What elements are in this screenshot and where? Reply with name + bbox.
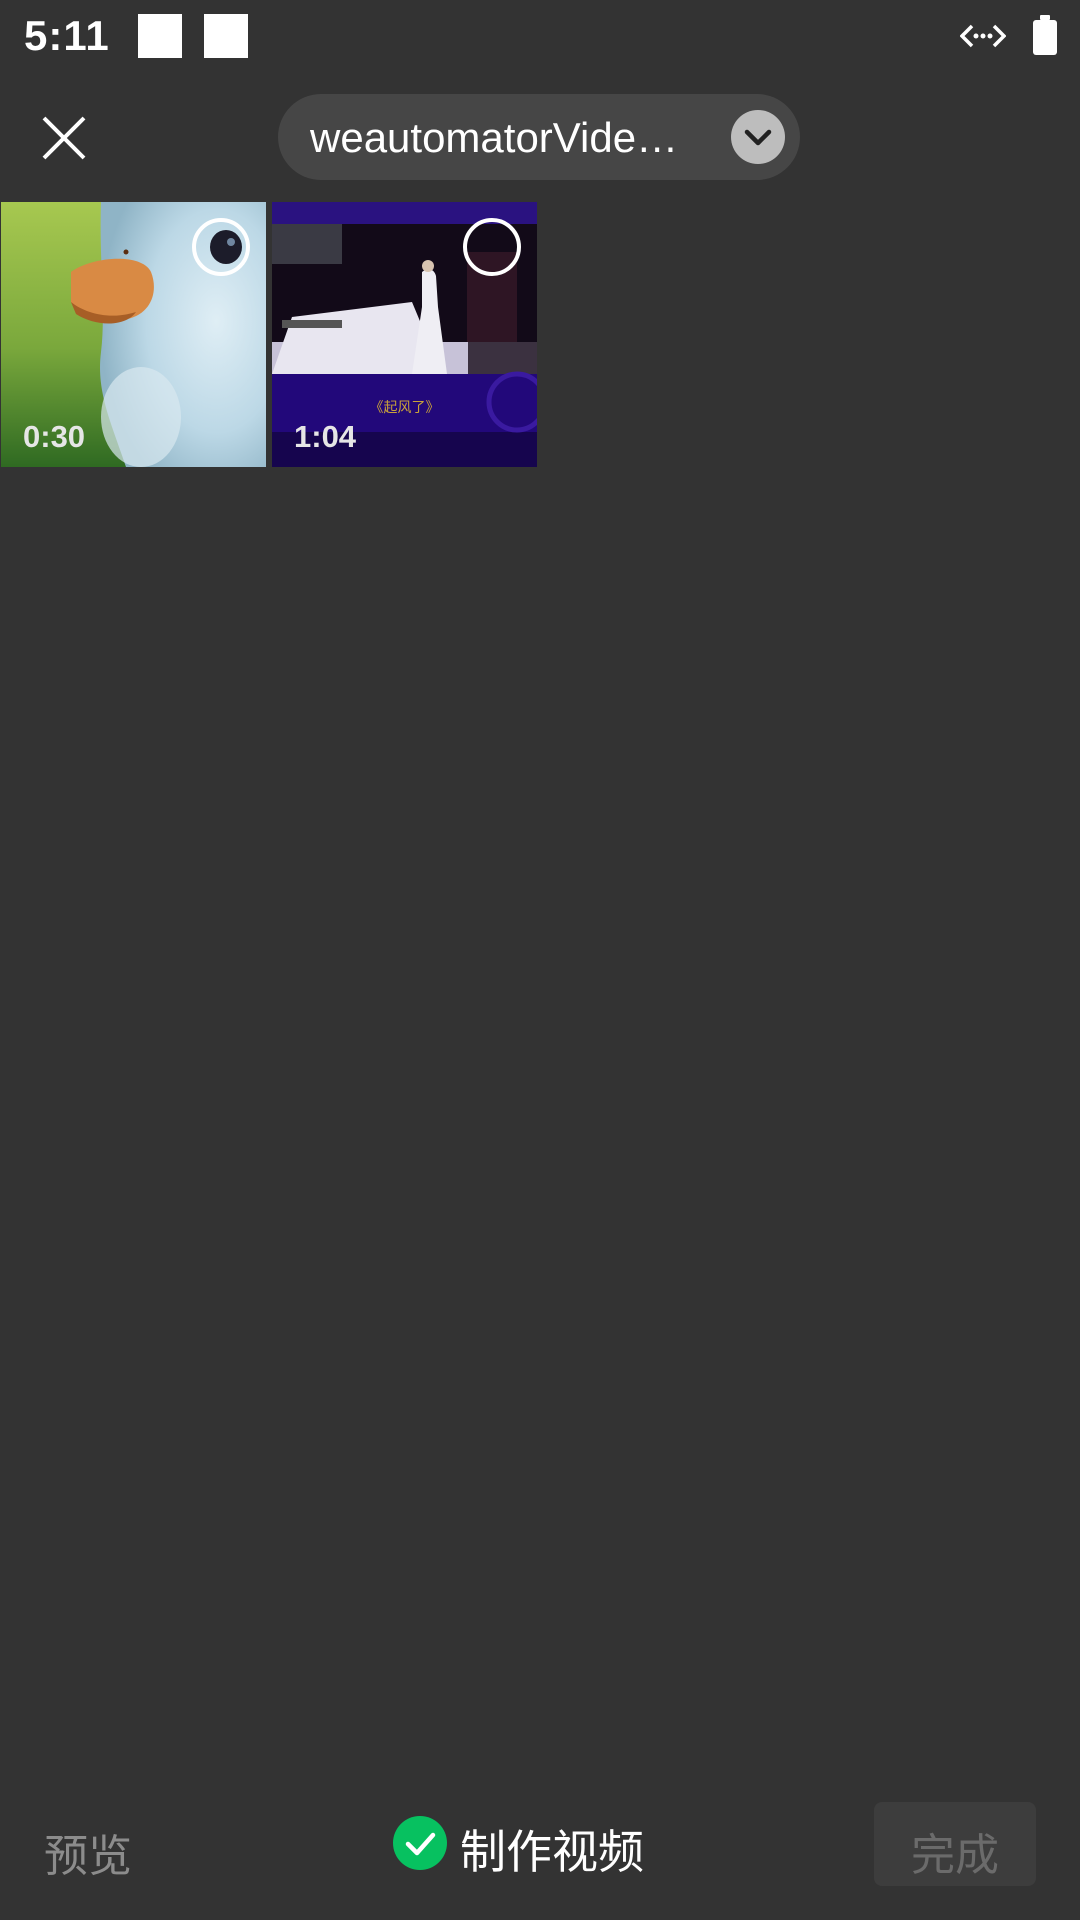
done-label: 完成 [911,1831,999,1880]
notification-icon [204,14,248,58]
select-checkbox[interactable] [463,218,521,276]
video-duration: 1:04 [294,419,357,454]
video-caption: 《起风了》 [369,400,440,416]
status-bar: 5:11 [0,0,1080,76]
done-button[interactable]: 完成 [874,1802,1036,1886]
notification-icon [138,14,182,58]
network-activity-icon [960,24,1006,48]
check-icon[interactable] [393,1816,447,1870]
select-checkbox[interactable] [192,218,250,276]
album-title: weautomatorVide… [310,114,679,161]
video-duration: 0:30 [23,419,86,454]
preview-button[interactable]: 预览 [44,1820,132,1884]
close-icon[interactable] [34,108,94,168]
video-thumbnail[interactable]: 《起风了》 1:04 [272,202,537,467]
status-time: 5:11 [24,12,110,59]
battery-icon [1033,15,1057,55]
video-thumbnail[interactable]: 0:30 [1,202,266,467]
make-video-label: 制作视频 [460,1826,644,1878]
chevron-down-icon[interactable] [731,110,785,164]
album-selector[interactable]: weautomatorVide… [278,94,800,180]
